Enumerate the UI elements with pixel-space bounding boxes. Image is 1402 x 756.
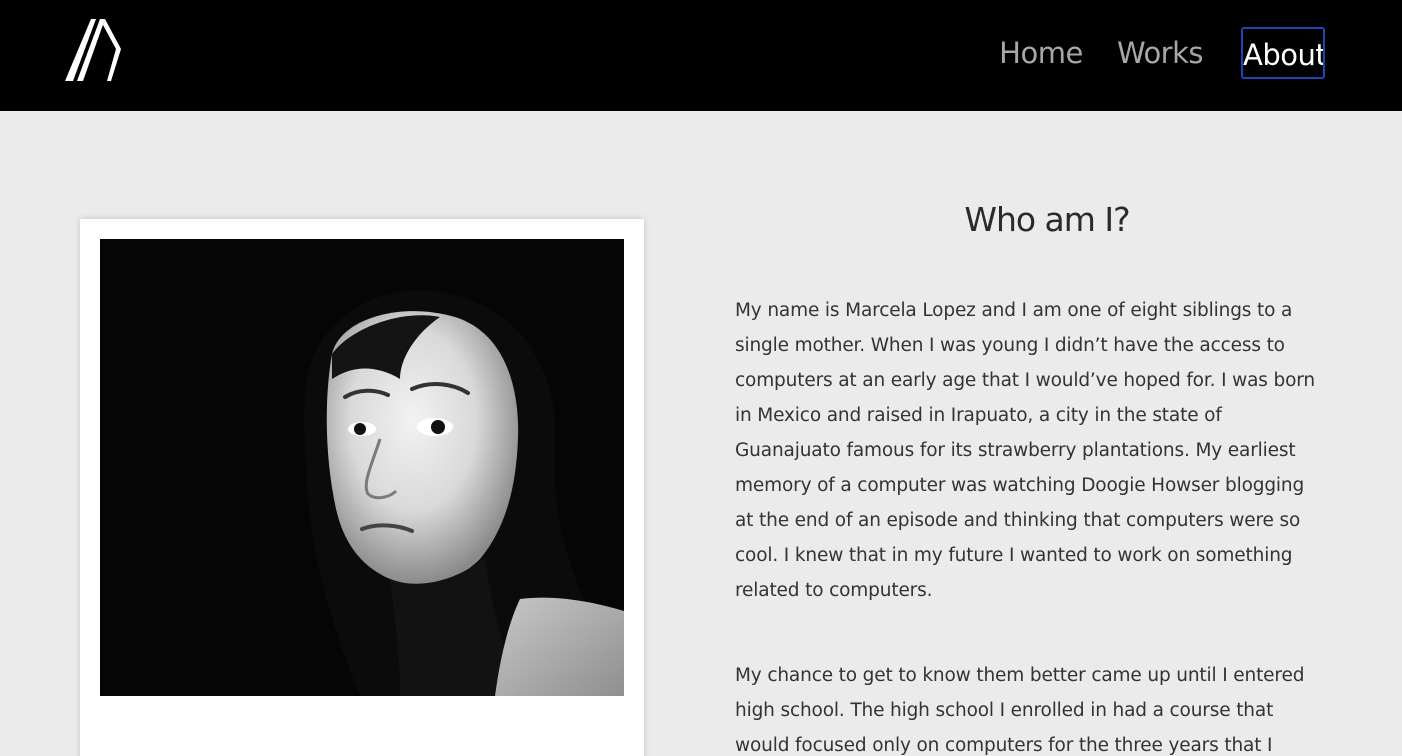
m-logo-icon: [65, 19, 121, 81]
nav-about-link[interactable]: About: [1241, 27, 1325, 79]
about-paragraph-1: My name is Marcela Lopez and I am one of…: [735, 300, 1315, 601]
nav-works-link[interactable]: Works: [1114, 27, 1206, 79]
about-heading: Who am I?: [964, 200, 1130, 239]
site-logo[interactable]: [63, 17, 125, 83]
about-section: Who am I? My name is Marcela Lopez and I…: [735, 190, 1325, 756]
portrait-photo: [100, 239, 624, 696]
about-paragraph-2: My chance to get to know them better cam…: [735, 665, 1305, 756]
site-header: Home Works About: [0, 0, 1402, 111]
photo-card: [80, 219, 644, 756]
nav-home-link[interactable]: Home: [998, 27, 1084, 79]
